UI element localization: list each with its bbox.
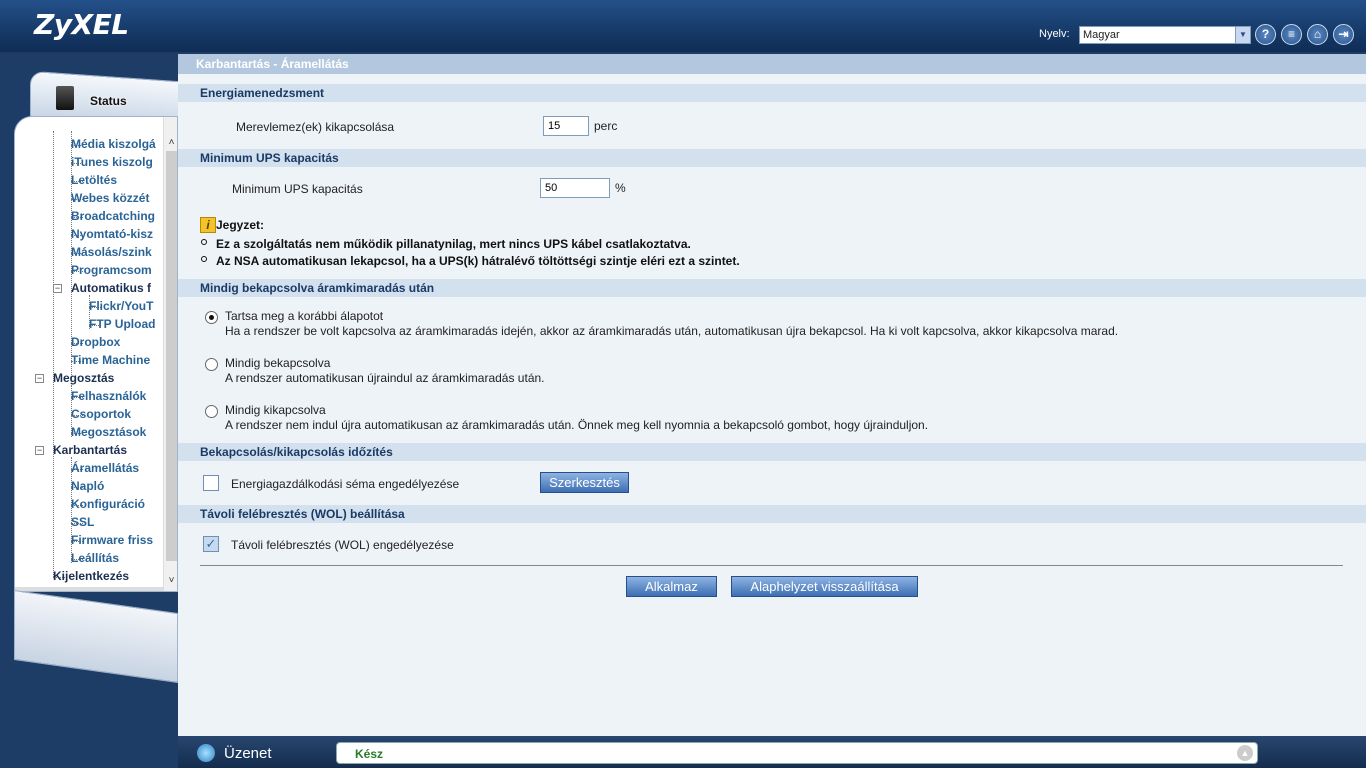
schedule-checkbox[interactable] (203, 475, 219, 491)
section-ups: Minimum UPS kapacitás (178, 149, 1366, 167)
sidebar-item-sharing[interactable]: Megosztás (53, 371, 163, 389)
sidebar-item-ftp-upload[interactable]: FTP Upload (89, 317, 163, 335)
ups-capacity-label: Minimum UPS kapacitás (232, 182, 363, 196)
sidebar-item-log[interactable]: Napló (71, 479, 163, 497)
sidebar-item-itunes[interactable]: iTunes kiszolg (71, 155, 163, 173)
sidebar-item-flickr-youtube[interactable]: Flickr/YouT (89, 299, 163, 317)
language-select[interactable]: Magyar ▼ (1079, 26, 1251, 44)
nav-tree-panel: − − − Média kiszolgá iTunes kiszolg Letö… (14, 116, 178, 592)
message-icon (197, 744, 215, 762)
sidebar-item-broadcatching[interactable]: Broadcatching (71, 209, 163, 227)
sidebar-item-printer[interactable]: Nyomtató-kisz (71, 227, 163, 245)
logout-icon[interactable]: ⇥ (1333, 24, 1354, 45)
section-wol: Távoli felébresztés (WOL) beállítása (178, 505, 1366, 523)
edit-button[interactable]: Szerkesztés (540, 472, 629, 493)
note-title: Jegyzet: (216, 218, 265, 232)
notes-icon[interactable]: ≡ (1281, 24, 1302, 45)
home-icon[interactable]: ⌂ (1307, 24, 1328, 45)
nav-hscrollbar[interactable] (15, 587, 163, 591)
info-icon: i (200, 217, 216, 233)
sidebar-item-shares[interactable]: Megosztások (71, 425, 163, 443)
sidebar-item-web-publishing[interactable]: Webes közzét (71, 191, 163, 209)
disk-sleep-input[interactable] (543, 116, 589, 136)
message-label: Üzenet (224, 745, 272, 762)
apply-button[interactable]: Alkalmaz (626, 576, 717, 597)
sidebar-item-groups[interactable]: Csoportok (71, 407, 163, 425)
language-label: Nyelv: (1039, 28, 1070, 40)
zyxel-logo: ZyXEL (34, 8, 129, 41)
option-title: Tartsa meg a korábbi álapotot (225, 309, 384, 323)
device-icon (56, 86, 74, 110)
ups-capacity-unit: % (615, 181, 626, 195)
collapse-icon[interactable]: − (53, 284, 62, 293)
scroll-thumb[interactable] (166, 151, 177, 561)
divider (200, 565, 1343, 566)
option-desc: A rendszer automatikusan újraindul az ár… (225, 371, 545, 385)
sidebar-item-configuration[interactable]: Konfiguráció (71, 497, 163, 515)
sidebar-item-logout[interactable]: Kijelentkezés (53, 569, 163, 587)
option-desc: A rendszer nem indul újra automatikusan … (225, 418, 929, 432)
message-box: Kész ▲ (336, 742, 1258, 764)
scroll-down-icon[interactable]: ˅ (164, 575, 177, 591)
page-title: Karbantartás - Áramellátás (178, 54, 1366, 74)
note-line: Az NSA automatikusan lekapcsol, ha a UPS… (216, 254, 740, 268)
status-label[interactable]: Status (90, 94, 127, 108)
sidebar-item-ssl[interactable]: SSL (71, 515, 163, 533)
option-desc: Ha a rendszer be volt kapcsolva az áramk… (225, 324, 1119, 338)
section-power-restore: Mindig bekapcsolva áramkimaradás után (178, 279, 1366, 297)
expand-up-icon[interactable]: ▲ (1237, 745, 1253, 761)
sidebar-item-auto-upload[interactable]: Automatikus f (71, 281, 163, 299)
radio-always-on[interactable] (205, 358, 218, 371)
sidebar-item-shutdown[interactable]: Leállítás (71, 551, 163, 569)
sidebar-item-users[interactable]: Felhasználók (71, 389, 163, 407)
ups-capacity-input[interactable] (540, 178, 610, 198)
radio-always-off[interactable] (205, 405, 218, 418)
sidebar-item-maintenance[interactable]: Karbantartás (53, 443, 163, 461)
nav-panel-base (14, 590, 178, 684)
sidebar-item-dropbox[interactable]: Dropbox (71, 335, 163, 353)
message-bar: Üzenet Kész ▲ (178, 736, 1366, 768)
disk-sleep-unit: perc (594, 119, 618, 133)
sidebar-item-media-server[interactable]: Média kiszolgá (71, 137, 163, 155)
sidebar-item-copy-sync[interactable]: Másolás/szink (71, 245, 163, 263)
help-icon[interactable]: ? (1255, 24, 1276, 45)
sidebar-item-firmware[interactable]: Firmware friss (71, 533, 163, 551)
nav-scrollbar[interactable]: ˄ ˅ (163, 117, 177, 591)
section-schedule: Bekapcsolás/kikapcsolás időzítés (178, 443, 1366, 461)
disk-sleep-label: Merevlemez(ek) kikapcsolása (236, 120, 395, 134)
bullet-icon (201, 239, 207, 245)
sidebar-item-power[interactable]: Áramellátás (71, 461, 163, 479)
schedule-checkbox-label: Energiagazdálkodási séma engedélyezése (231, 477, 460, 491)
top-header: ZyXEL Nyelv: Magyar ▼ ? ≡ ⌂ ⇥ (0, 0, 1366, 52)
collapse-icon[interactable]: − (35, 446, 44, 455)
sidebar-item-download[interactable]: Letöltés (71, 173, 163, 191)
main-content: Karbantartás - Áramellátás Energiamenedz… (178, 54, 1366, 736)
section-energy: Energiamenedzsment (178, 84, 1366, 102)
sidebar-item-time-machine[interactable]: Time Machine (71, 353, 163, 371)
note-line: Ez a szolgáltatás nem működik pillanatyn… (216, 237, 691, 251)
option-title: Mindig bekapcsolva (225, 356, 331, 370)
message-text: Kész (355, 747, 384, 761)
language-value: Magyar (1083, 29, 1120, 41)
collapse-icon[interactable]: − (35, 374, 44, 383)
bullet-icon (201, 256, 207, 262)
tree-line (53, 131, 54, 577)
reset-button[interactable]: Alaphelyzet visszaállítása (731, 576, 918, 597)
option-title: Mindig kikapcsolva (225, 403, 326, 417)
wol-checkbox[interactable]: ✓ (203, 536, 219, 552)
radio-keep-previous[interactable] (205, 311, 218, 324)
sidebar-item-packages[interactable]: Programcsom (71, 263, 163, 281)
chevron-down-icon: ▼ (1235, 27, 1250, 43)
wol-checkbox-label: Távoli felébresztés (WOL) engedélyezése (231, 538, 454, 552)
